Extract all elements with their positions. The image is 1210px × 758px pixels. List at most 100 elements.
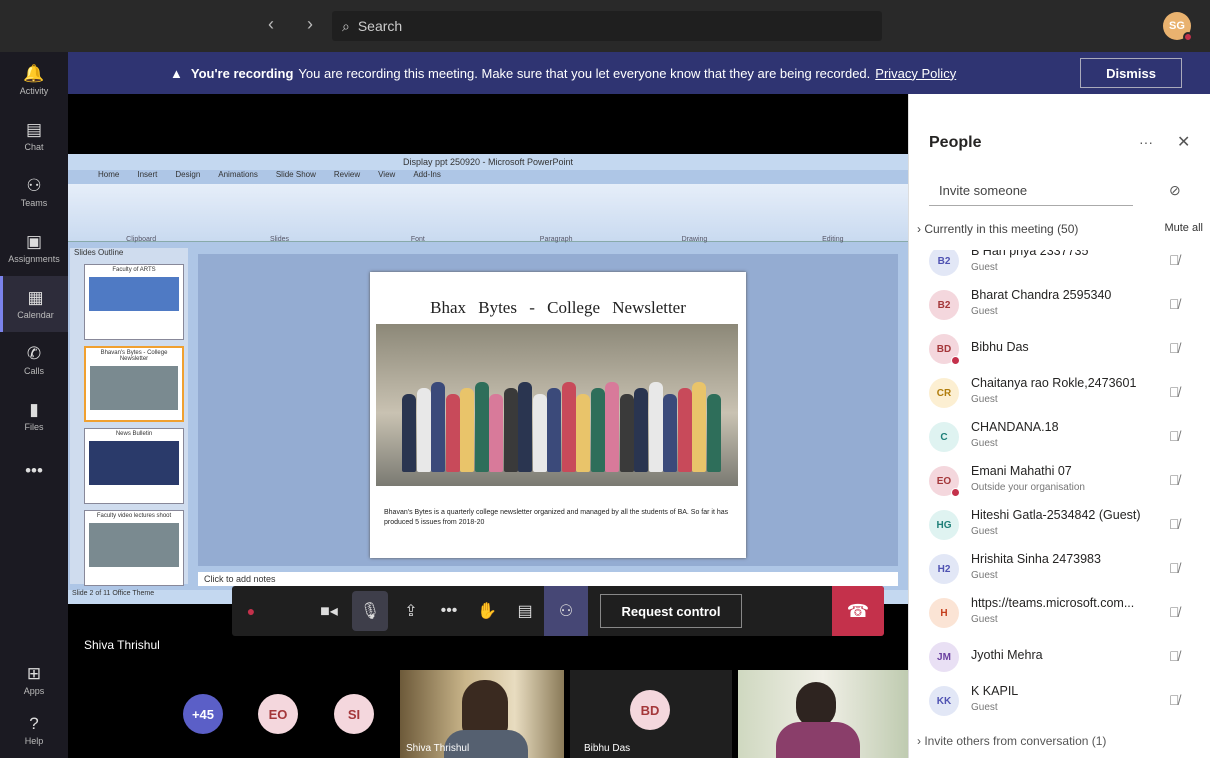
camera-button[interactable]: ■◂ xyxy=(310,586,348,636)
rail-item[interactable]: ▣ Assignments xyxy=(0,220,68,276)
ppt-ribbon-group: Paragraph xyxy=(539,236,573,243)
participant-avatar[interactable]: EO xyxy=(258,694,298,734)
mic-muted-icon[interactable]: 🎙̸ xyxy=(1169,340,1180,356)
privacy-policy-link[interactable]: Privacy Policy xyxy=(875,66,956,81)
request-control-button[interactable]: Request control xyxy=(600,594,742,628)
more-participants-badge[interactable]: +45 xyxy=(183,694,223,734)
mic-muted-icon[interactable]: 🎙̸ xyxy=(1169,648,1180,664)
mute-all-button[interactable]: Mute all xyxy=(1164,222,1203,234)
participant-row[interactable]: B2 Bharat Chandra 2595340 Guest 🎙̸ xyxy=(909,284,1210,328)
photo-person xyxy=(634,388,648,472)
participant-row[interactable]: CR Chaitanya rao Rokle,2473601 Guest 🎙̸ xyxy=(909,372,1210,416)
thumb-image xyxy=(90,366,178,410)
participant-row[interactable]: H2 Hrishita Sinha 2473983 Guest 🎙̸ xyxy=(909,548,1210,592)
rail-item-label: Chat xyxy=(24,141,44,152)
mic-muted-icon[interactable]: 🎙̸ xyxy=(1169,604,1180,620)
meeting-stage: Display ppt 250920 - Microsoft PowerPoin… xyxy=(68,94,908,758)
chevron-down-icon: › xyxy=(917,222,921,236)
more-icon: ••• xyxy=(440,602,458,619)
participant-row[interactable]: KK K KAPIL Guest 🎙̸ xyxy=(909,680,1210,724)
participant-row[interactable]: Hhttps://teams.microsoft.com... Guest 🎙̸ xyxy=(909,592,1210,636)
slide-body-text: Bhavan's Bytes is a quarterly college ne… xyxy=(384,509,729,526)
participant-video-body xyxy=(776,722,860,758)
participant-avatar: HG xyxy=(929,510,959,540)
share-link-icon[interactable]: ⊘ xyxy=(1169,182,1181,199)
current-slide: Bhax Bytes - College Newsletter Bhavan's… xyxy=(370,272,746,558)
search-input[interactable]: ⌕ Search xyxy=(332,11,882,41)
avatar-initials: SG xyxy=(1169,20,1185,32)
participant-row[interactable]: C CHANDANA.18 Guest 🎙̸ xyxy=(909,416,1210,460)
rail-item[interactable]: ▮ Files xyxy=(0,388,68,444)
close-icon[interactable]: ✕ xyxy=(1177,132,1190,152)
photo-person xyxy=(460,388,474,472)
nav-arrows[interactable]: ‹ › xyxy=(268,14,327,35)
photo-person xyxy=(605,382,619,472)
ppt-tab: Design xyxy=(175,170,201,179)
share-button[interactable]: ⇪ xyxy=(392,586,430,636)
mic-button[interactable]: 🎙 xyxy=(352,591,388,631)
participant-avatar: CR xyxy=(929,378,959,408)
participant-avatar: BD xyxy=(929,334,960,365)
chat-button[interactable]: ▤ xyxy=(506,586,544,636)
rail-item[interactable]: ▤ Chat xyxy=(0,108,68,164)
ppt-ribbon-group: Slides xyxy=(269,236,290,243)
dismiss-button[interactable]: Dismiss xyxy=(1080,58,1182,88)
raise-hand-button[interactable]: ✋ xyxy=(468,586,506,636)
avatar-initials: B2 xyxy=(937,255,951,267)
more-actions-button[interactable]: ••• xyxy=(430,586,468,636)
video-tile[interactable]: Shiva Thrishul xyxy=(400,670,564,758)
avatar-initials: BD xyxy=(936,343,952,355)
hang-up-button[interactable]: ☎ xyxy=(832,586,884,636)
participant-row[interactable]: EO Emani Mahathi 07 Outside your organisat… xyxy=(909,460,1210,504)
thumb-title: Bhavan's Bytes - College Newsletter xyxy=(100,350,168,362)
timer-placeholder xyxy=(270,586,310,636)
user-avatar[interactable]: SG xyxy=(1163,12,1193,42)
mic-muted-icon[interactable]: 🎙̸ xyxy=(1169,384,1180,400)
rail-item[interactable]: ? Help xyxy=(0,702,68,758)
thumb-image xyxy=(89,523,179,567)
participant-row[interactable]: HG Hiteshi Gatla-2534842 (Guest) Guest 🎙̸ xyxy=(909,504,1210,548)
shared-screen-powerpoint[interactable]: Display ppt 250920 - Microsoft PowerPoin… xyxy=(68,154,908,604)
participant-name: Chaitanya rao Rokle,2473601 xyxy=(971,376,1137,390)
photo-person xyxy=(663,394,677,472)
rail-item[interactable]: 🔔 Activity xyxy=(0,52,68,108)
slide-editor: Bhax Bytes - College Newsletter Bhavan's… xyxy=(198,254,898,566)
mic-muted-icon[interactable]: 🎙̸ xyxy=(1169,692,1180,708)
rail-item[interactable]: ⚇ Teams xyxy=(0,164,68,220)
participant-name: Jyothi Mehra xyxy=(971,648,1043,662)
mic-muted-icon[interactable]: 🎙̸ xyxy=(1169,252,1180,268)
people-more-icon[interactable]: ··· xyxy=(1139,134,1153,150)
files-icon: ▮ xyxy=(29,399,39,419)
rail-item[interactable]: ••• xyxy=(0,444,68,500)
participants-button[interactable]: ⚇ xyxy=(544,586,588,636)
participant-role: Guest xyxy=(971,394,998,405)
participant-avatar[interactable]: SI xyxy=(334,694,374,734)
mic-muted-icon[interactable]: 🎙̸ xyxy=(1169,516,1180,532)
ppt-ribbon xyxy=(68,184,908,242)
video-tile[interactable]: BD Bibhu Das xyxy=(570,670,732,758)
avatar-initials: B2 xyxy=(937,299,951,311)
assignments-icon: ▣ xyxy=(25,231,43,251)
rail-item[interactable]: ✆ Calls xyxy=(0,332,68,388)
participant-row[interactable]: JM Jyothi Mehra 🎙̸ xyxy=(909,636,1210,680)
thumb-title: Faculty of ARTS xyxy=(112,267,156,273)
participant-role: Guest xyxy=(971,306,998,317)
mic-muted-icon[interactable]: 🎙̸ xyxy=(1169,428,1180,444)
ppt-ribbon-group: Clipboard xyxy=(126,236,157,243)
participant-row[interactable]: B2 B Hari priya 2337735 Guest 🎙̸ xyxy=(909,250,1210,284)
invite-others-label: Invite others from conversation (1) xyxy=(924,734,1107,748)
rail-item[interactable]: ▦ Calendar xyxy=(0,276,68,332)
participant-row[interactable]: BD Bibhu Das 🎙̸ xyxy=(909,328,1210,372)
mic-muted-icon[interactable]: 🎙̸ xyxy=(1169,560,1180,576)
mic-muted-icon[interactable]: 🎙̸ xyxy=(1169,472,1180,488)
invite-someone-input[interactable]: Invite someone xyxy=(929,176,1133,206)
ppt-ribbon-group: Drawing xyxy=(681,236,708,243)
invite-others-link[interactable]: › Invite others from conversation (1) xyxy=(917,734,1106,748)
video-tile[interactable] xyxy=(738,670,908,758)
attendee-section-header[interactable]: › Currently in this meeting (50) Mute al… xyxy=(917,222,1203,236)
avatar-initials: EO xyxy=(936,475,952,487)
apps-icon: ⊞ xyxy=(26,663,42,683)
rail-item[interactable]: ⊞ Apps xyxy=(0,652,68,708)
mic-muted-icon[interactable]: 🎙̸ xyxy=(1169,296,1180,312)
participant-name: Bharat Chandra 2595340 xyxy=(971,288,1112,302)
